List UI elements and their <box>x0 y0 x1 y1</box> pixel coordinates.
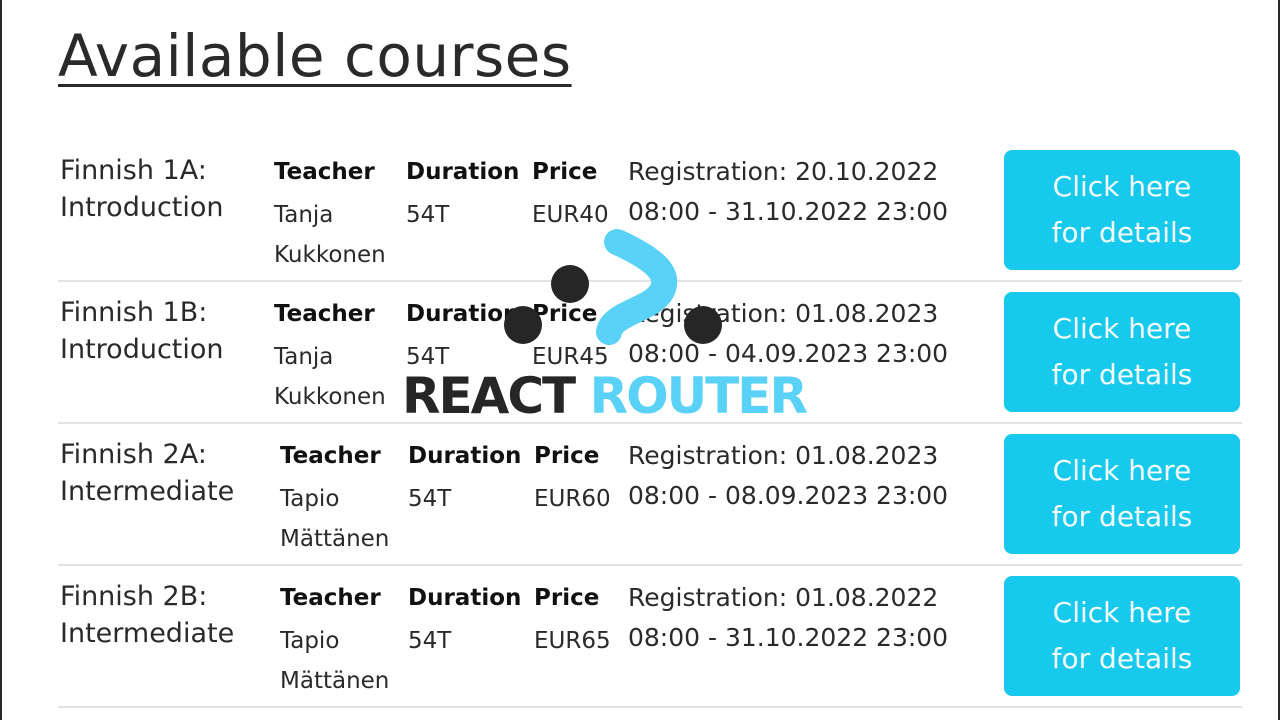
price-header: Price <box>532 159 598 185</box>
teacher-last-name: Mättänen <box>280 526 390 552</box>
page-title: Available courses <box>58 22 572 90</box>
registration-period: Registration: 01.08.2022 08:00 - 31.10.2… <box>628 583 949 652</box>
duration-header: Duration <box>408 585 522 611</box>
teacher-header: Teacher <box>274 301 375 327</box>
teacher-first-name: Tapio <box>280 486 340 512</box>
details-button-label-line2: for details <box>1051 642 1193 675</box>
price-value: EUR65 <box>534 628 611 654</box>
teacher-value: Tapio Mättänen <box>280 479 410 559</box>
registration-period: Registration: 20.10.2022 08:00 - 31.10.2… <box>628 157 949 226</box>
duration-header: Duration <box>406 159 520 185</box>
details-button[interactable]: Click here for details <box>1004 434 1240 554</box>
details-button-label-line1: Click here <box>1052 170 1192 203</box>
duration-value: 54T <box>408 628 452 654</box>
teacher-first-name: Tanja <box>274 202 334 228</box>
teacher-last-name: Kukkonen <box>274 384 386 410</box>
duration-value: 54T <box>408 486 452 512</box>
logo-word-router: ROUTER <box>589 367 808 425</box>
details-button-label-line2: for details <box>1051 500 1193 533</box>
price-header: Price <box>534 443 600 469</box>
details-button[interactable]: Click here for details <box>1004 292 1240 412</box>
teacher-first-name: Tapio <box>280 628 340 654</box>
course-code: Finnish 1A: <box>60 155 207 186</box>
details-button-label-line2: for details <box>1051 358 1193 391</box>
course-level: Intermediate <box>60 618 235 649</box>
teacher-header: Teacher <box>280 443 381 469</box>
teacher-header: Teacher <box>274 159 375 185</box>
course-level: Introduction <box>60 334 224 365</box>
logo-word-react: REACT <box>402 367 576 425</box>
teacher-value: Tanja Kukkonen <box>274 337 404 417</box>
registration-period: Registration: 01.08.2023 08:00 - 08.09.2… <box>628 441 949 510</box>
course-level: Introduction <box>60 192 224 223</box>
teacher-first-name: Tanja <box>274 344 334 370</box>
teacher-value: Tapio Mättänen <box>280 621 410 701</box>
course-code: Finnish 2B: <box>60 581 208 612</box>
duration-header: Duration <box>408 443 522 469</box>
teacher-value: Tanja Kukkonen <box>274 195 404 275</box>
course-level: Intermediate <box>60 476 235 507</box>
course-code: Finnish 1B: <box>60 297 208 328</box>
course-name: Finnish 2B: Intermediate <box>60 578 270 652</box>
teacher-last-name: Mättänen <box>280 668 390 694</box>
course-name: Finnish 1A: Introduction <box>60 152 270 226</box>
course-row: Finnish 2A: Intermediate Teacher Duratio… <box>58 424 1242 566</box>
price-value: EUR60 <box>534 486 611 512</box>
details-button-label-line1: Click here <box>1052 596 1192 629</box>
course-row: Finnish 2B: Intermediate Teacher Duratio… <box>58 566 1242 708</box>
details-button[interactable]: Click here for details <box>1004 150 1240 270</box>
price-header: Price <box>534 585 600 611</box>
course-name: Finnish 2A: Intermediate <box>60 436 270 510</box>
teacher-header: Teacher <box>280 585 381 611</box>
teacher-last-name: Kukkonen <box>274 242 386 268</box>
details-button[interactable]: Click here for details <box>1004 576 1240 696</box>
react-router-logo: REACT ROUTER <box>402 222 826 422</box>
details-button-label-line1: Click here <box>1052 454 1192 487</box>
course-name: Finnish 1B: Introduction <box>60 294 270 368</box>
details-button-label-line2: for details <box>1051 216 1193 249</box>
course-code: Finnish 2A: <box>60 439 207 470</box>
page-border-left <box>0 0 2 720</box>
logo-wordmark: REACT ROUTER <box>402 370 832 422</box>
react-router-logo-icon <box>504 229 722 345</box>
details-button-label-line1: Click here <box>1052 312 1192 345</box>
